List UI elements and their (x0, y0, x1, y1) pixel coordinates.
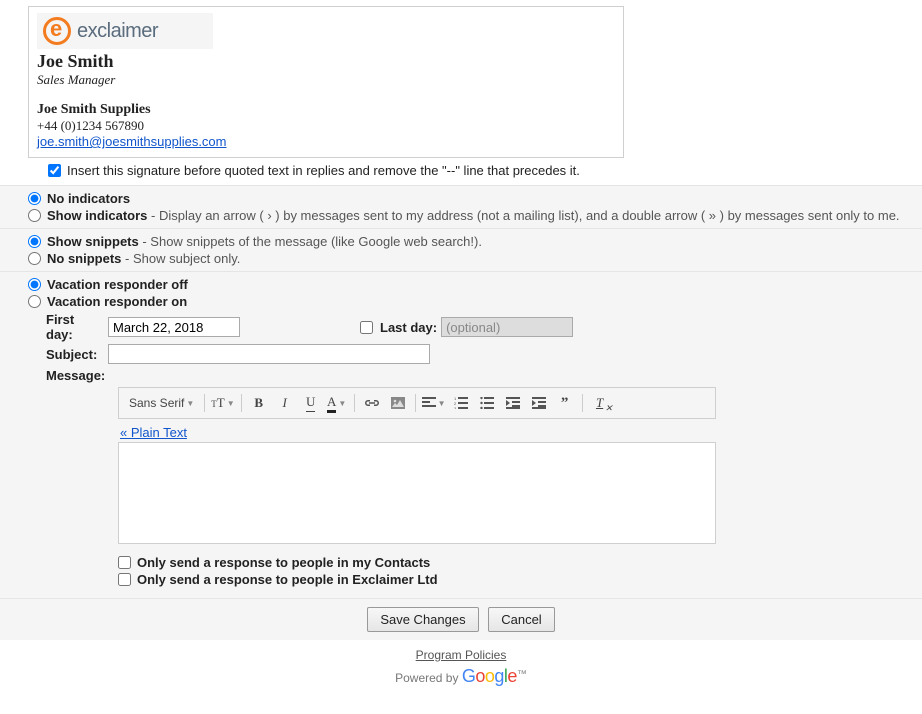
vacation-off-radio[interactable] (28, 278, 41, 291)
show-indicators-radio[interactable] (28, 209, 41, 222)
no-snippets-desc: - Show subject only. (121, 251, 240, 266)
indent-less-button[interactable] (502, 392, 524, 414)
plain-text-link[interactable]: « Plain Text (118, 419, 187, 442)
save-button[interactable]: Save Changes (367, 607, 478, 632)
powered-by-text: Powered by (395, 671, 462, 685)
show-indicators-desc: - Display an arrow ( › ) by messages sen… (147, 208, 899, 223)
image-button[interactable] (387, 392, 409, 414)
program-policies-link[interactable]: Program Policies (416, 648, 507, 662)
brand-name: exclaimer (77, 20, 158, 43)
action-buttons-row: Save Changes Cancel (0, 598, 922, 640)
underline-button[interactable]: U (300, 392, 322, 414)
domain-only-label: Only send a response to people in Exclai… (137, 572, 438, 587)
signature-title: Sales Manager (37, 72, 615, 88)
first-day-label: First day: (46, 312, 108, 342)
font-family-selector[interactable]: Sans Serif▼ (125, 392, 198, 414)
signature-name: Joe Smith (37, 51, 615, 72)
vacation-off-label: Vacation responder off (47, 277, 188, 292)
vacation-on-radio[interactable] (28, 295, 41, 308)
google-logo: Google (462, 666, 517, 686)
svg-text:3: 3 (454, 406, 457, 409)
snippets-section: Show snippets - Show snippets of the mes… (0, 228, 922, 272)
no-snippets-radio[interactable] (28, 252, 41, 265)
insert-before-quoted-checkbox[interactable] (48, 164, 61, 177)
bold-button[interactable]: B (248, 392, 270, 414)
signature-email-link[interactable]: joe.smith@joesmithsupplies.com (37, 134, 227, 149)
indicators-section: No indicators Show indicators - Display … (0, 185, 922, 229)
align-button[interactable]: ▼ (422, 392, 446, 414)
show-snippets-label: Show snippets (47, 234, 139, 249)
bulleted-list-button[interactable] (476, 392, 498, 414)
numbered-list-button[interactable]: 123 (450, 392, 472, 414)
signature-logo: exclaimer (37, 13, 213, 49)
indent-more-button[interactable] (528, 392, 550, 414)
insert-before-quoted-label: Insert this signature before quoted text… (67, 163, 580, 178)
message-label: Message: (46, 366, 108, 383)
quote-button[interactable]: ” (554, 392, 576, 414)
subject-label: Subject: (46, 347, 108, 362)
last-day-label: Last day: (380, 320, 437, 335)
text-color-button[interactable]: A▼ (326, 392, 348, 414)
footer: Program Policies Powered by Google™ (0, 640, 922, 695)
contacts-only-checkbox[interactable] (118, 556, 131, 569)
contacts-only-label: Only send a response to people in my Con… (137, 555, 430, 570)
font-size-button[interactable]: TT▼ (211, 392, 234, 414)
last-day-checkbox[interactable] (360, 321, 373, 334)
no-snippets-label: No snippets (47, 251, 121, 266)
show-snippets-desc: - Show snippets of the message (like Goo… (139, 234, 482, 249)
exclaimer-icon (43, 17, 71, 45)
link-button[interactable] (361, 392, 383, 414)
message-textarea[interactable] (118, 442, 716, 544)
last-day-input: (optional) (441, 317, 573, 337)
no-indicators-radio[interactable] (28, 192, 41, 205)
signature-preview: exclaimer Joe Smith Sales Manager Joe Sm… (28, 6, 624, 158)
no-indicators-label: No indicators (47, 191, 130, 206)
italic-button[interactable]: I (274, 392, 296, 414)
first-day-input[interactable] (108, 317, 240, 337)
signature-phone: +44 (0)1234 567890 (37, 118, 615, 134)
remove-formatting-button[interactable]: T✕ (589, 392, 611, 414)
formatting-toolbar: Sans Serif▼ TT▼ B I U A▼ ▼ (118, 387, 716, 419)
signature-company: Joe Smith Supplies (37, 102, 615, 118)
vacation-on-label: Vacation responder on (47, 294, 187, 309)
show-snippets-radio[interactable] (28, 235, 41, 248)
domain-only-checkbox[interactable] (118, 573, 131, 586)
show-indicators-label: Show indicators (47, 208, 147, 223)
subject-input[interactable] (108, 344, 430, 364)
cancel-button[interactable]: Cancel (488, 607, 554, 632)
vacation-section: Vacation responder off Vacation responde… (0, 271, 922, 599)
